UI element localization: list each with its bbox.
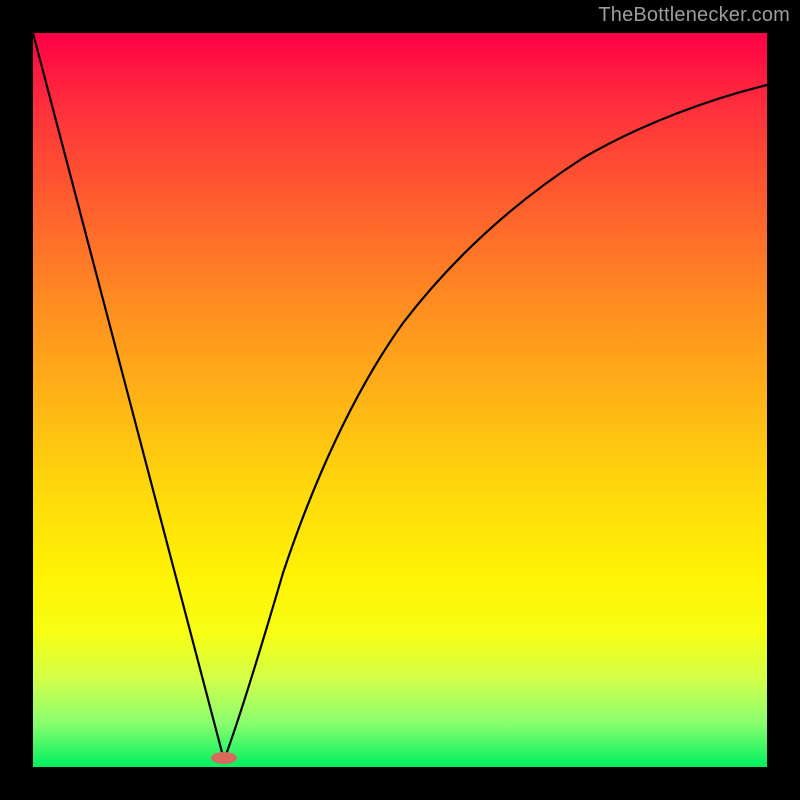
- watermark-text: TheBottlenecker.com: [598, 4, 790, 27]
- chart-frame: TheBottlenecker.com: [0, 0, 800, 800]
- plot-area: [33, 33, 767, 767]
- bottleneck-curve: [33, 33, 767, 760]
- optimal-point-marker: [211, 752, 237, 764]
- chart-svg: [33, 33, 767, 767]
